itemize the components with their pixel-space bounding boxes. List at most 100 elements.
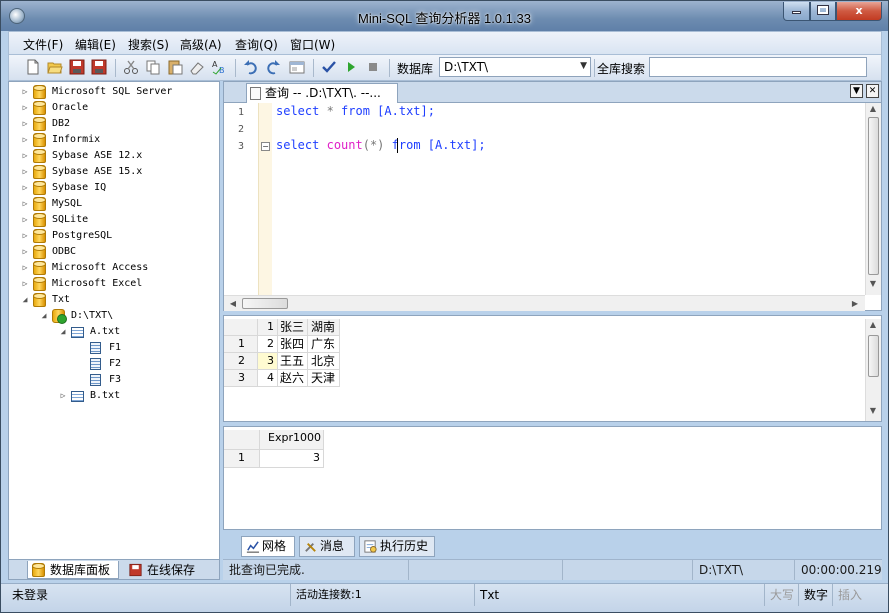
grid-cell[interactable]: 4	[258, 370, 278, 387]
tab-grid[interactable]: 网格	[241, 536, 295, 557]
tree-node[interactable]: ◢ D:\TXT\	[9, 308, 219, 324]
grid-cell[interactable]: 北京	[308, 353, 340, 370]
grid-corner[interactable]	[224, 430, 260, 450]
scroll-right-icon[interactable]: ▶	[848, 299, 862, 308]
tree-node[interactable]: ◢ A.txt	[9, 324, 219, 340]
clear-icon[interactable]	[189, 59, 205, 75]
expand-icon[interactable]: ▷	[21, 84, 29, 100]
spell-check-icon[interactable]: AB	[211, 59, 227, 75]
row-header[interactable]: 1	[224, 450, 260, 468]
scroll-left-icon[interactable]: ◀	[226, 299, 240, 308]
cut-icon[interactable]	[123, 59, 139, 75]
expand-icon[interactable]: ▷	[21, 132, 29, 148]
expand-icon[interactable]: ▷	[21, 276, 29, 292]
close-button[interactable]: x	[836, 2, 882, 21]
title-bar[interactable]: Mini-SQL 查询分析器 1.0.1.33 x	[1, 1, 888, 31]
panel-icon[interactable]	[289, 59, 305, 75]
column-header[interactable]: 1	[258, 319, 278, 336]
scrollbar-thumb[interactable]	[868, 335, 879, 377]
menu-window[interactable]: 窗口(W)	[290, 36, 335, 53]
tab-messages[interactable]: 消息	[299, 536, 355, 557]
new-file-icon[interactable]	[25, 59, 41, 75]
tree-node[interactable]: ▷ ODBC	[9, 244, 219, 260]
expand-icon[interactable]: ▷	[21, 212, 29, 228]
tree-node[interactable]: ▷ Sybase ASE 15.x	[9, 164, 219, 180]
save-all-icon[interactable]	[91, 59, 107, 75]
expand-icon[interactable]: ▷	[21, 260, 29, 276]
expand-icon[interactable]: ▷	[21, 196, 29, 212]
scroll-up-icon[interactable]: ▲	[866, 320, 880, 329]
column-header[interactable]: Expr1000	[260, 430, 324, 450]
row-header[interactable]: 3	[224, 370, 258, 387]
menu-query[interactable]: 查询(Q)	[235, 36, 278, 53]
tree-node[interactable]: F3	[9, 372, 219, 388]
undo-icon[interactable]	[243, 59, 259, 75]
maximize-button[interactable]	[810, 2, 836, 21]
menu-file[interactable]: 文件(F)	[23, 36, 63, 53]
tree-node[interactable]: ▷ MySQL	[9, 196, 219, 212]
grid-cell[interactable]: 3	[258, 353, 278, 370]
editor-horizontal-scrollbar[interactable]: ◀ ▶	[224, 295, 865, 311]
tree-node[interactable]: ▷ Microsoft SQL Server	[9, 84, 219, 100]
grid-cell[interactable]: 广东	[308, 336, 340, 353]
grid-cell[interactable]: 王五	[278, 353, 308, 370]
open-folder-icon[interactable]	[47, 59, 63, 75]
expand-icon[interactable]: ▷	[21, 116, 29, 132]
redo-icon[interactable]	[265, 59, 281, 75]
expand-icon[interactable]: ▷	[21, 164, 29, 180]
collapse-icon[interactable]: ◢	[59, 324, 67, 340]
grid-cell[interactable]: 3	[260, 450, 324, 468]
tree-node[interactable]: ▷ DB2	[9, 116, 219, 132]
run-icon[interactable]	[343, 59, 359, 75]
tab-query[interactable]: 查询 -- .D:\TXT\. --...	[246, 83, 398, 103]
stop-icon[interactable]	[365, 59, 381, 75]
tree-node[interactable]: ▷ PostgreSQL	[9, 228, 219, 244]
column-header[interactable]: 湖南	[308, 319, 340, 336]
scroll-down-icon[interactable]: ▼	[866, 279, 880, 288]
scroll-up-icon[interactable]: ▲	[866, 104, 880, 113]
expand-icon[interactable]: ▷	[59, 388, 67, 404]
tab-database-panel[interactable]: 数据库面板	[27, 561, 119, 579]
tree-node[interactable]: ▷ Microsoft Excel	[9, 276, 219, 292]
tree-node[interactable]: ▷ Informix	[9, 132, 219, 148]
fold-toggle-icon[interactable]: −	[261, 142, 270, 151]
expand-icon[interactable]: ▷	[21, 228, 29, 244]
row-header[interactable]: 1	[224, 336, 258, 353]
collapse-icon[interactable]: ◢	[21, 292, 29, 308]
paste-icon[interactable]	[167, 59, 183, 75]
tree-node[interactable]: ◢ Txt	[9, 292, 219, 308]
save-icon[interactable]	[69, 59, 85, 75]
scroll-down-icon[interactable]: ▼	[866, 406, 880, 415]
row-header[interactable]: 2	[224, 353, 258, 370]
grid-cell[interactable]: 张四	[278, 336, 308, 353]
tree-node[interactable]: F2	[9, 356, 219, 372]
database-select[interactable]: D:\TXT\ ▼	[439, 57, 591, 77]
collapse-icon[interactable]: ◢	[40, 308, 48, 324]
expand-icon[interactable]: ▷	[21, 244, 29, 260]
close-tab-button[interactable]: ✕	[866, 84, 879, 98]
grid-vertical-scrollbar[interactable]: ▲ ▼	[865, 319, 881, 421]
menu-advanced[interactable]: 高级(A)	[180, 36, 222, 53]
expand-icon[interactable]: ▷	[21, 180, 29, 196]
code-line-3[interactable]: select count(*) from [A.txt];	[276, 138, 486, 152]
tab-history[interactable]: 执行历史	[359, 536, 435, 557]
chevron-down-icon[interactable]: ▼	[580, 61, 587, 71]
expand-icon[interactable]: ▷	[21, 100, 29, 116]
copy-icon[interactable]	[145, 59, 161, 75]
tab-list-button[interactable]: ▼	[850, 84, 863, 98]
tree-node[interactable]: ▷ Sybase IQ	[9, 180, 219, 196]
expand-icon[interactable]: ▷	[21, 148, 29, 164]
tree-node[interactable]: ▷ Microsoft Access	[9, 260, 219, 276]
grid-cell[interactable]: 天津	[308, 370, 340, 387]
code-line-1[interactable]: select * from [A.txt];	[276, 104, 435, 118]
tree-node[interactable]: ▷ Sybase ASE 12.x	[9, 148, 219, 164]
scrollbar-thumb[interactable]	[242, 298, 288, 309]
tree-node[interactable]: ▷ Oracle	[9, 100, 219, 116]
global-search-input[interactable]	[649, 57, 867, 77]
grid-cell[interactable]: 赵六	[278, 370, 308, 387]
check-icon[interactable]	[321, 59, 337, 75]
minimize-button[interactable]	[783, 2, 810, 21]
tree-node[interactable]: ▷ SQLite	[9, 212, 219, 228]
grid-cell[interactable]: 2	[258, 336, 278, 353]
menu-edit[interactable]: 编辑(E)	[75, 36, 116, 53]
